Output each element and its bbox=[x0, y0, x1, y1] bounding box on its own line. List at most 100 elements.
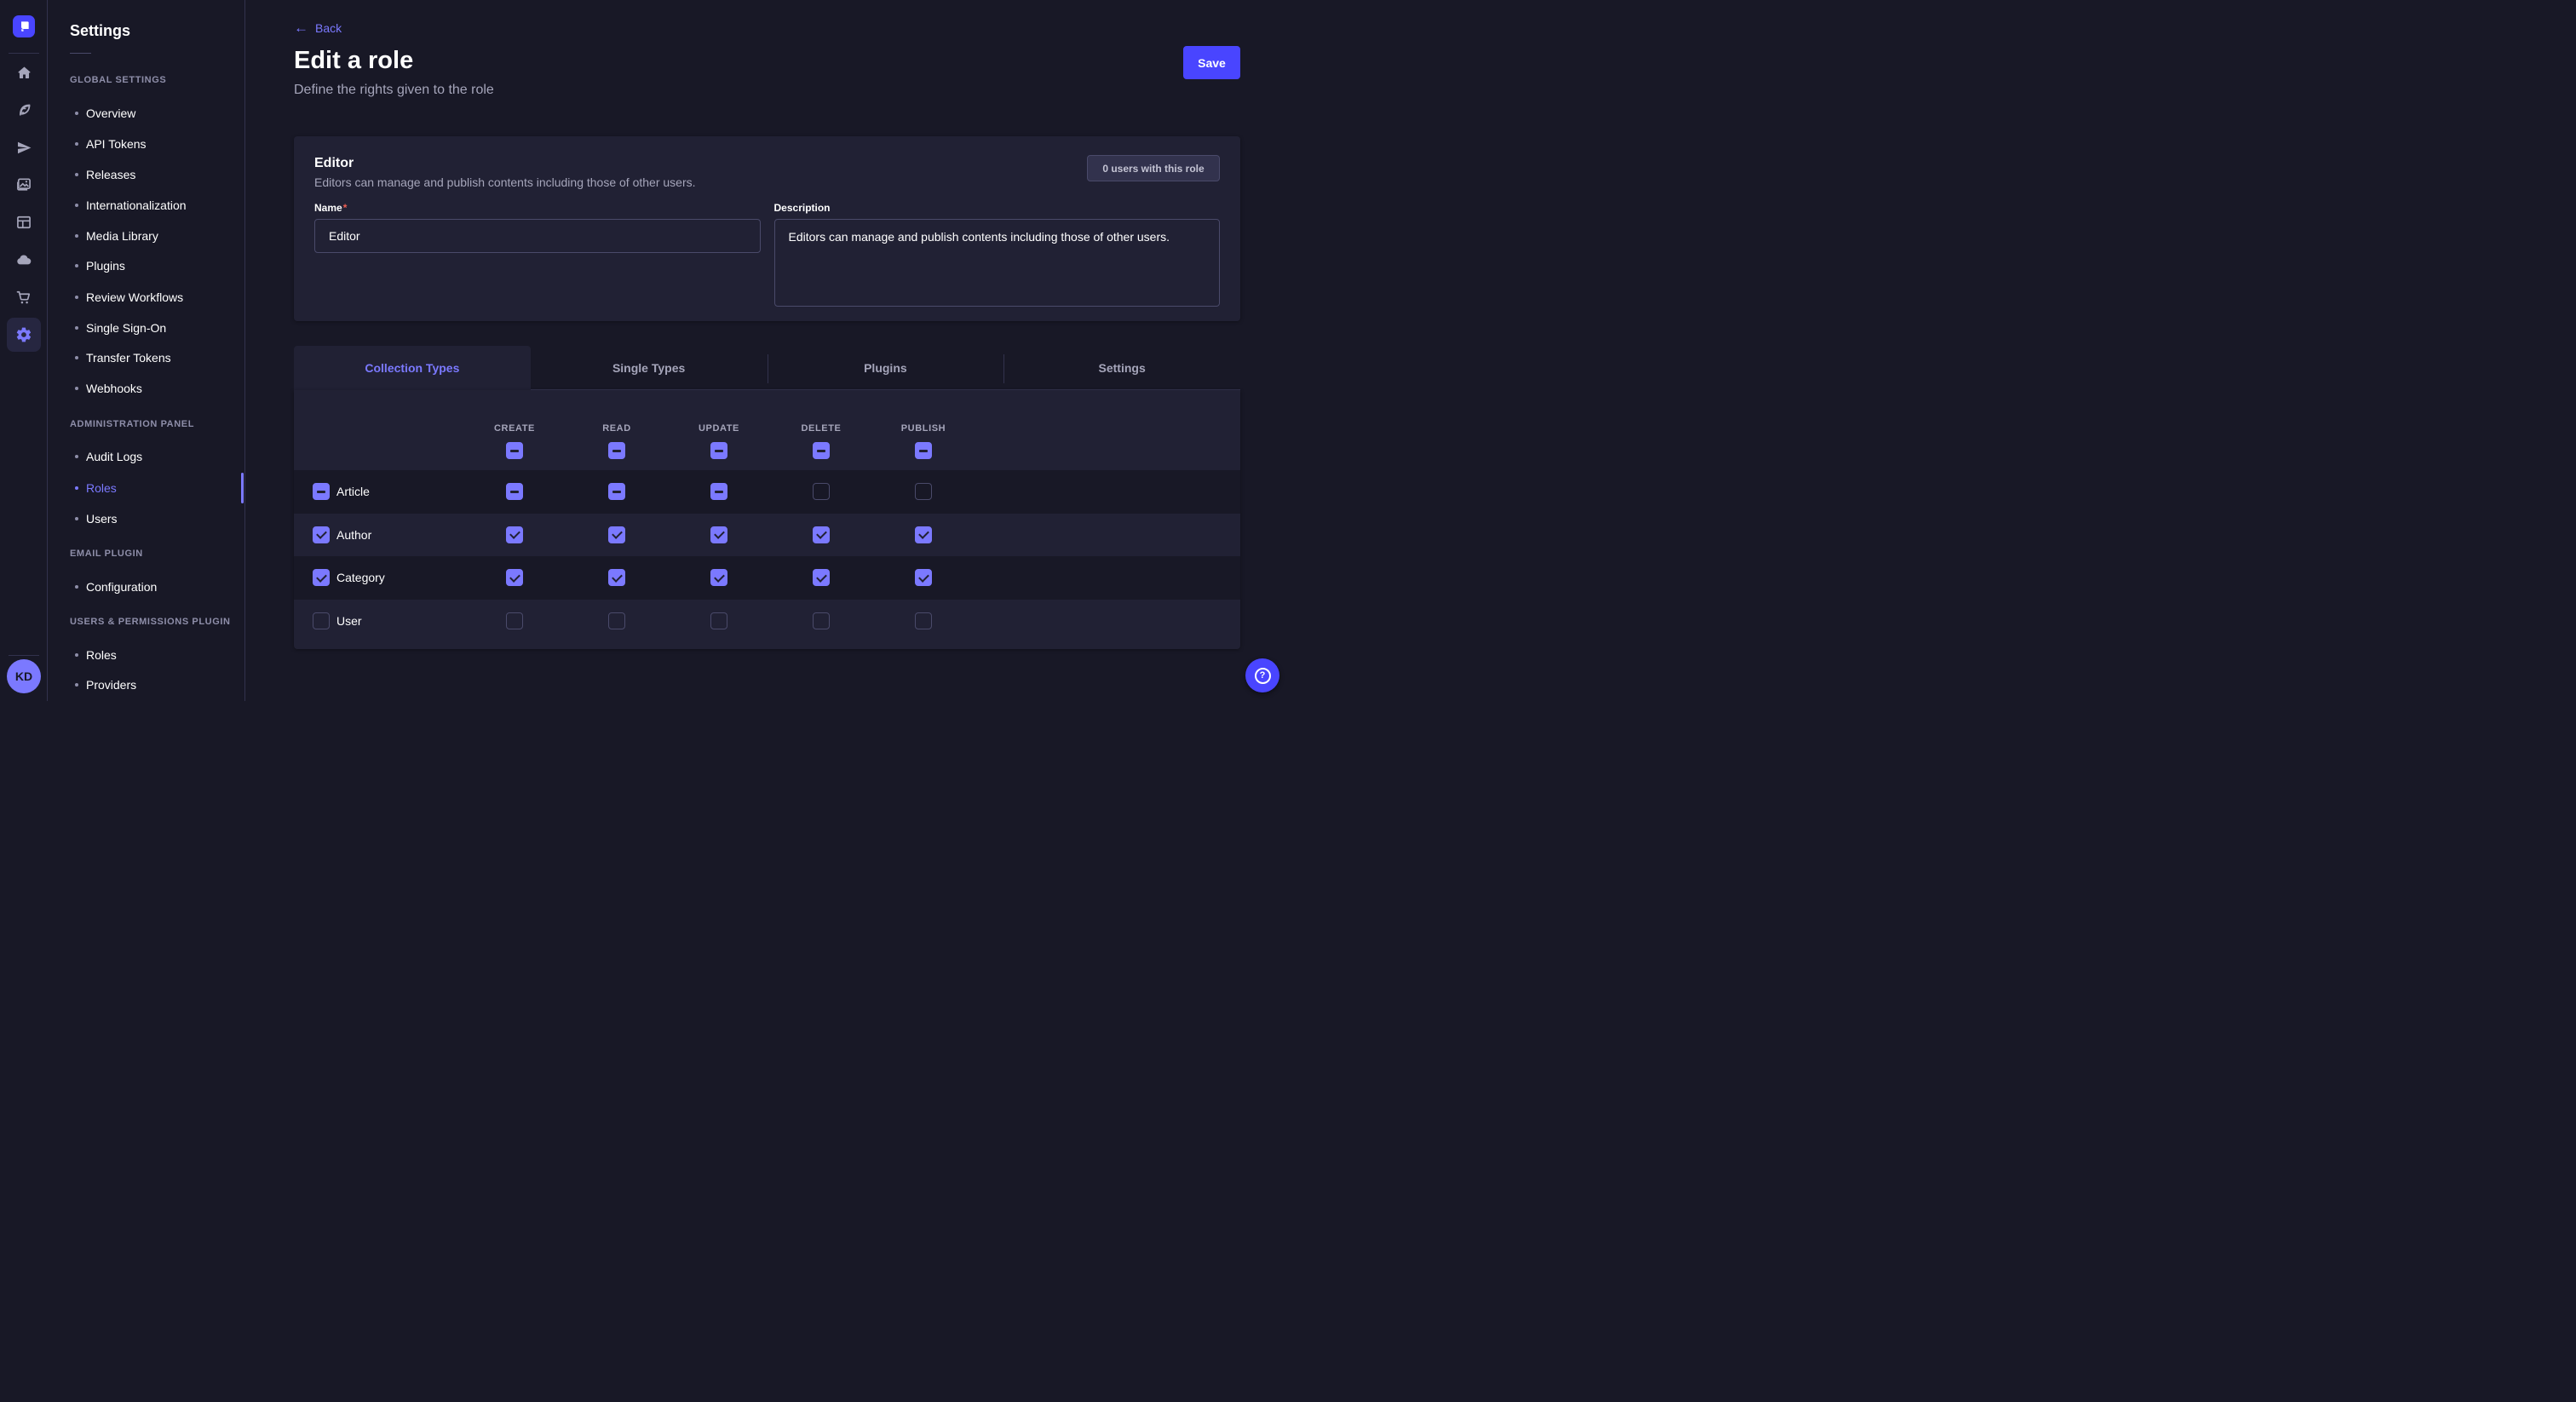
bullet-icon bbox=[75, 356, 78, 359]
author-create-checkbox[interactable] bbox=[506, 526, 523, 543]
author-update-checkbox[interactable] bbox=[710, 526, 727, 543]
sidebar-item-roles-up[interactable]: Roles bbox=[70, 646, 117, 664]
article-update-checkbox[interactable] bbox=[710, 483, 727, 500]
column-create-checkbox[interactable] bbox=[506, 442, 523, 459]
bullet-icon bbox=[75, 264, 78, 267]
role-name-heading: Editor bbox=[314, 155, 696, 172]
category-publish-checkbox[interactable] bbox=[915, 569, 932, 586]
role-description-text: Editors can manage and publish contents … bbox=[314, 175, 696, 190]
sidebar-item-review-workflows[interactable]: Review Workflows bbox=[70, 289, 183, 306]
home-nav-button[interactable] bbox=[7, 55, 41, 89]
strapi-logo[interactable] bbox=[13, 15, 35, 37]
content-manager-nav-button[interactable] bbox=[7, 93, 41, 127]
sidebar-item-plugins[interactable]: Plugins bbox=[70, 257, 125, 274]
category-create-checkbox[interactable] bbox=[506, 569, 523, 586]
strapi-admin: KD Settings GLOBAL SETTINGS Overview API… bbox=[0, 0, 1288, 701]
column-delete-checkbox[interactable] bbox=[813, 442, 830, 459]
main-nav-rail: KD bbox=[0, 0, 48, 701]
sidebar-item-audit-logs[interactable]: Audit Logs bbox=[70, 448, 142, 465]
releases-nav-button[interactable] bbox=[7, 130, 41, 164]
category-read-checkbox[interactable] bbox=[608, 569, 625, 586]
author-publish-checkbox[interactable] bbox=[915, 526, 932, 543]
row-user-checkbox[interactable] bbox=[313, 612, 330, 629]
article-create-checkbox[interactable] bbox=[506, 483, 523, 500]
back-arrow-icon: ← bbox=[294, 22, 308, 34]
category-update-checkbox[interactable] bbox=[710, 569, 727, 586]
description-field-group: Description Editors can manage and publi… bbox=[774, 202, 1221, 311]
media-library-nav-button[interactable] bbox=[7, 168, 41, 202]
user-create-checkbox[interactable] bbox=[506, 612, 523, 629]
sidebar-item-media-library[interactable]: Media Library bbox=[70, 227, 158, 244]
bullet-icon bbox=[75, 234, 78, 238]
sidebar-item-configuration[interactable]: Configuration bbox=[70, 578, 157, 595]
settings-gear-icon bbox=[15, 326, 32, 343]
deploy-cloud-nav-button[interactable] bbox=[7, 243, 41, 277]
column-read-checkbox[interactable] bbox=[608, 442, 625, 459]
users-with-role-badge[interactable]: 0 users with this role bbox=[1087, 155, 1220, 181]
article-publish-checkbox[interactable] bbox=[915, 483, 932, 500]
column-publish: PUBLISH bbox=[872, 423, 975, 459]
sidebar-item-providers[interactable]: Providers bbox=[70, 676, 136, 693]
bullet-icon bbox=[75, 112, 78, 115]
bullet-icon bbox=[75, 486, 78, 490]
column-update: UPDATE bbox=[668, 423, 770, 459]
help-button[interactable]: ? bbox=[1245, 658, 1279, 692]
sidebar-item-users[interactable]: Users bbox=[70, 510, 118, 527]
bullet-icon bbox=[75, 204, 78, 207]
user-publish-checkbox[interactable] bbox=[915, 612, 932, 629]
user-avatar[interactable]: KD bbox=[7, 659, 41, 693]
row-category-checkbox[interactable] bbox=[313, 569, 330, 586]
save-button[interactable]: Save bbox=[1183, 46, 1240, 79]
sidebar-item-transfer-tokens[interactable]: Transfer Tokens bbox=[70, 349, 171, 366]
bullet-icon bbox=[75, 296, 78, 299]
sidebar-item-internationalization[interactable]: Internationalization bbox=[70, 197, 187, 214]
sidebar-item-releases[interactable]: Releases bbox=[70, 166, 135, 183]
column-create: CREATE bbox=[463, 423, 566, 459]
row-article-checkbox[interactable] bbox=[313, 483, 330, 500]
author-delete-checkbox[interactable] bbox=[813, 526, 830, 543]
user-update-checkbox[interactable] bbox=[710, 612, 727, 629]
column-delete: DELETE bbox=[770, 423, 872, 459]
tab-collection-types[interactable]: Collection Types bbox=[294, 346, 531, 390]
tab-single-types[interactable]: Single Types bbox=[531, 346, 768, 390]
content-type-builder-nav-button[interactable] bbox=[7, 205, 41, 239]
tab-settings[interactable]: Settings bbox=[1003, 346, 1240, 390]
bullet-icon bbox=[75, 683, 78, 687]
category-delete-checkbox[interactable] bbox=[813, 569, 830, 586]
sidebar-title-divider bbox=[70, 53, 91, 54]
marketplace-nav-button[interactable] bbox=[7, 280, 41, 314]
required-asterisk: * bbox=[343, 202, 348, 214]
bullet-icon bbox=[75, 653, 78, 657]
bullet-icon bbox=[75, 326, 78, 330]
column-publish-checkbox[interactable] bbox=[915, 442, 932, 459]
tab-plugins[interactable]: Plugins bbox=[768, 346, 1004, 390]
column-update-checkbox[interactable] bbox=[710, 442, 727, 459]
strapi-logo-icon bbox=[17, 20, 31, 33]
description-textarea[interactable]: Editors can manage and publish contents … bbox=[774, 219, 1221, 307]
settings-sidebar: Settings GLOBAL SETTINGS Overview API To… bbox=[49, 0, 245, 701]
bullet-icon bbox=[75, 387, 78, 390]
back-link[interactable]: ← Back bbox=[294, 21, 342, 35]
user-read-checkbox[interactable] bbox=[608, 612, 625, 629]
sidebar-item-webhooks[interactable]: Webhooks bbox=[70, 380, 142, 397]
user-delete-checkbox[interactable] bbox=[813, 612, 830, 629]
sidebar-item-api-tokens[interactable]: API Tokens bbox=[70, 135, 147, 152]
name-input[interactable] bbox=[314, 219, 761, 253]
column-read: READ bbox=[566, 423, 668, 459]
permission-row-user: User bbox=[294, 600, 1240, 643]
rail-divider bbox=[9, 53, 39, 54]
article-delete-checkbox[interactable] bbox=[813, 483, 830, 500]
author-read-checkbox[interactable] bbox=[608, 526, 625, 543]
sidebar-item-single-sign-on[interactable]: Single Sign-On bbox=[70, 319, 166, 336]
sidebar-title: Settings bbox=[70, 22, 130, 40]
sidebar-item-overview[interactable]: Overview bbox=[70, 105, 135, 122]
sidebar-item-roles-admin[interactable]: Roles bbox=[70, 480, 117, 497]
description-field-label: Description bbox=[774, 202, 1221, 215]
settings-nav-button[interactable] bbox=[7, 318, 41, 352]
shopping-cart-icon bbox=[15, 289, 32, 306]
permission-row-author: Author bbox=[294, 514, 1240, 557]
page-subtitle: Define the rights given to the role bbox=[294, 83, 494, 98]
article-read-checkbox[interactable] bbox=[608, 483, 625, 500]
rail-divider-bottom bbox=[9, 655, 39, 656]
row-author-checkbox[interactable] bbox=[313, 526, 330, 543]
